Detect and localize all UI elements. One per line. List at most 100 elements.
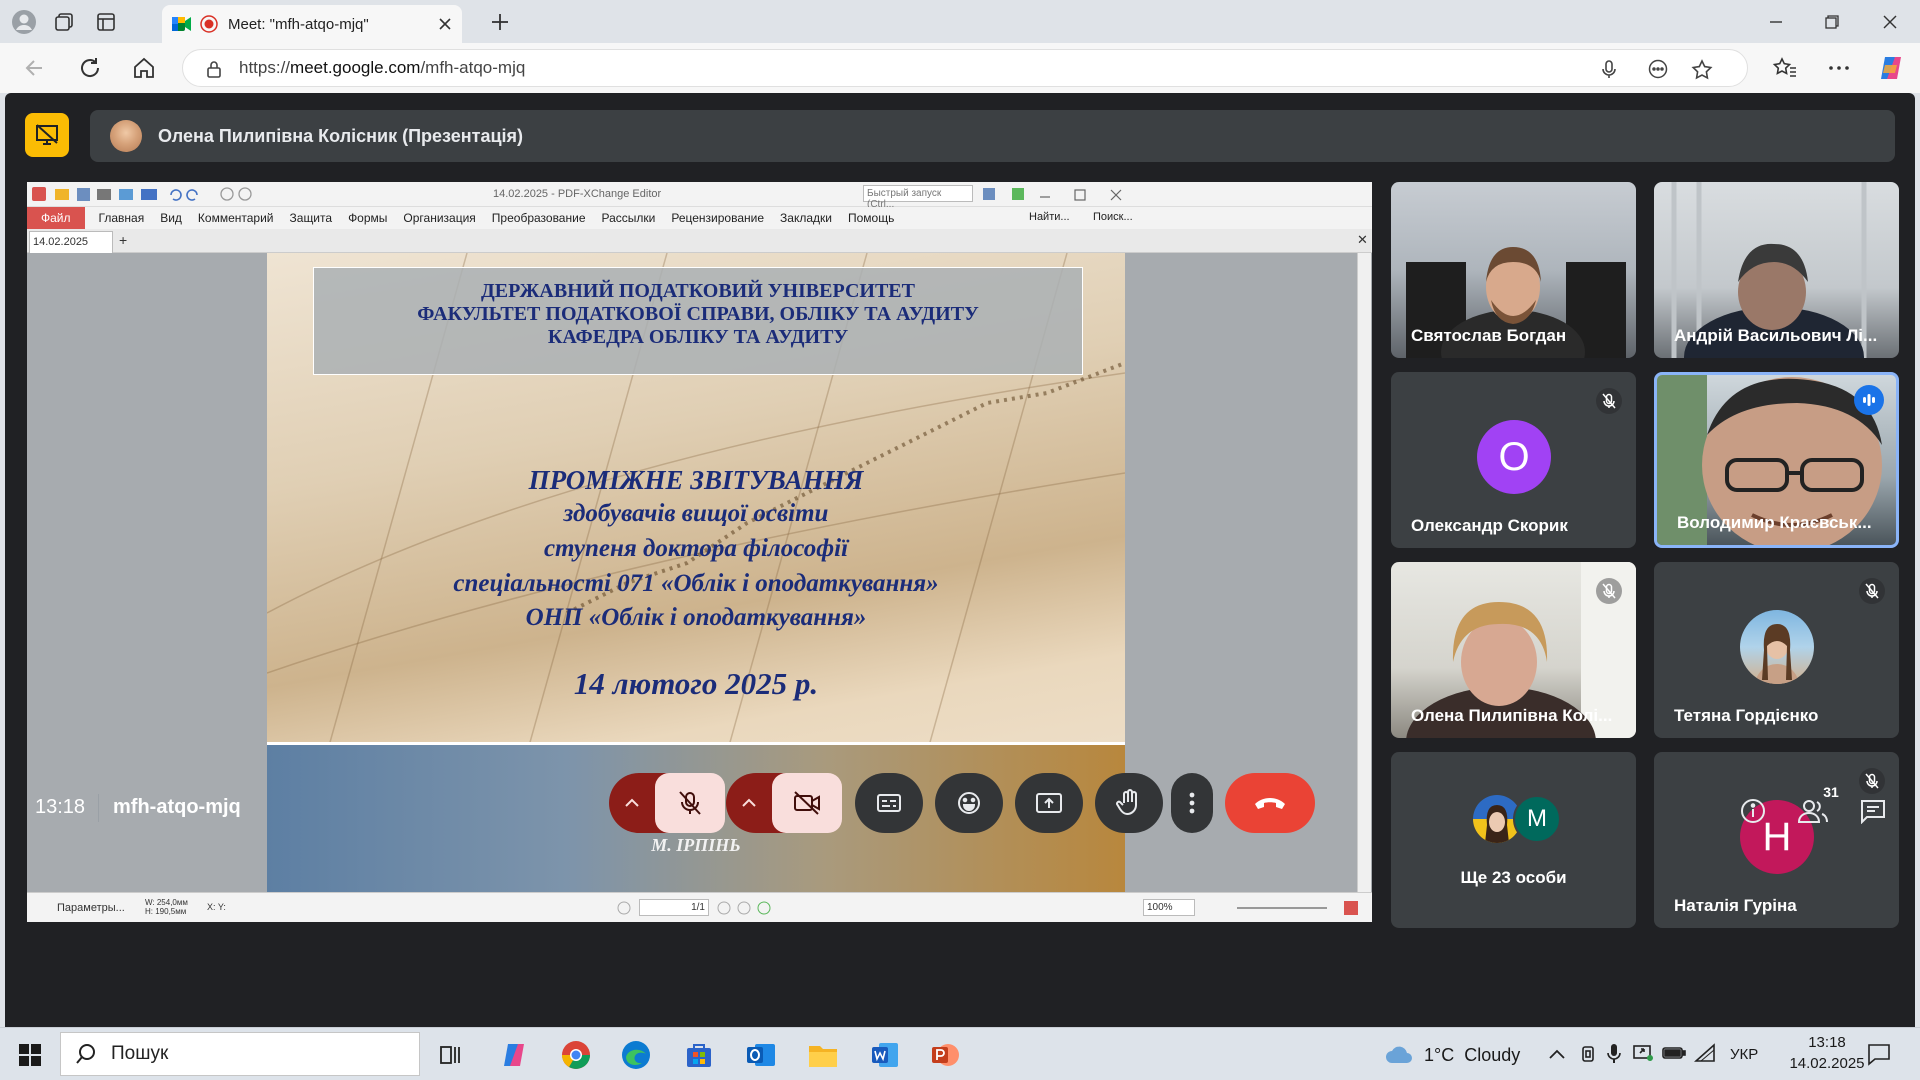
participant-avatar-photo: [1740, 610, 1814, 684]
participant-tile[interactable]: Святослав Богдан: [1391, 182, 1636, 358]
pdf-window-controls[interactable]: [1037, 188, 1127, 202]
pdf-menu-item[interactable]: Рецензирование: [671, 211, 764, 225]
favorite-star-icon[interactable]: [1691, 59, 1713, 81]
file-explorer-icon[interactable]: [805, 1037, 841, 1073]
task-view-icon[interactable]: [432, 1037, 468, 1073]
pdf-find[interactable]: Найти...: [1029, 211, 1070, 223]
more-options-button[interactable]: [1171, 773, 1213, 833]
edge-icon[interactable]: [618, 1037, 654, 1073]
pdf-menu-item[interactable]: Помощь: [848, 211, 894, 225]
profile-icon[interactable]: [10, 8, 38, 36]
camera-toggle-button[interactable]: [772, 773, 842, 833]
muted-mic-icon: [1859, 768, 1885, 794]
close-tab-icon[interactable]: [438, 17, 452, 31]
word-icon[interactable]: [867, 1037, 903, 1073]
microphone-icon[interactable]: [1599, 59, 1619, 79]
pdf-menu-item[interactable]: Формы: [348, 211, 387, 225]
pdf-scrollbar[interactable]: [1357, 253, 1371, 892]
pdf-search[interactable]: Поиск...: [1093, 211, 1133, 223]
muted-mic-icon: [1859, 578, 1885, 604]
pdf-menu-item[interactable]: Преобразование: [492, 211, 586, 225]
participant-tile-speaking[interactable]: Володимир Краєвськ...: [1654, 372, 1899, 548]
mic-toggle-button[interactable]: [655, 773, 725, 833]
tray-screen-share-icon[interactable]: [1632, 1043, 1654, 1063]
leave-call-button[interactable]: [1225, 773, 1315, 833]
chat-icon[interactable]: [1855, 793, 1891, 829]
participant-avatar: M: [1513, 795, 1561, 843]
browser-tab-meet[interactable]: Meet: "mfh-atqo-mjq": [162, 5, 462, 43]
more-participants-tile[interactable]: M Ще 23 особи: [1391, 752, 1636, 928]
pdf-acrobat-icon[interactable]: [1343, 900, 1359, 916]
tray-time[interactable]: 13:18: [1790, 1034, 1864, 1051]
pdf-toolbar-icons[interactable]: [31, 186, 281, 203]
minimize-icon[interactable]: [1756, 8, 1796, 36]
meeting-info-icon[interactable]: [1735, 793, 1771, 829]
pdf-menu-item[interactable]: Комментарий: [198, 211, 274, 225]
new-tab-icon[interactable]: [486, 8, 514, 36]
participant-tile[interactable]: Андрій Васильович Лі...: [1654, 182, 1899, 358]
workspaces-icon[interactable]: [50, 8, 78, 36]
tray-expand-icon[interactable]: [1548, 1048, 1566, 1060]
pdf-menu-item[interactable]: Вид: [160, 211, 182, 225]
tray-date[interactable]: 14.02.2025: [1778, 1055, 1876, 1072]
emoji-icon: [958, 792, 980, 814]
pdf-prev-page-icon[interactable]: [617, 901, 633, 915]
quick-launch-input[interactable]: Быстрый запуск (Ctrl...: [863, 185, 973, 210]
pdf-menu-item[interactable]: Защита: [290, 211, 333, 225]
mic-options-icon[interactable]: [609, 773, 655, 833]
home-icon[interactable]: [131, 55, 157, 81]
weather-label[interactable]: 1°C Cloudy: [1424, 1045, 1520, 1066]
copilot-icon[interactable]: [1876, 53, 1906, 83]
outlook-icon[interactable]: [743, 1037, 779, 1073]
participant-tile[interactable]: О Олександр Скорик: [1391, 372, 1636, 548]
pdf-view-icons[interactable]: [982, 186, 1032, 202]
pdf-menu-item[interactable]: Файл: [27, 207, 85, 229]
tray-device-icon[interactable]: [1578, 1044, 1598, 1064]
refresh-icon[interactable]: [77, 55, 103, 81]
back-icon[interactable]: [22, 55, 48, 81]
camera-options-icon[interactable]: [726, 773, 772, 833]
notifications-icon[interactable]: [1866, 1042, 1892, 1066]
tray-mic-icon[interactable]: [1606, 1043, 1622, 1065]
taskbar-search[interactable]: Пошук: [60, 1032, 420, 1076]
start-icon[interactable]: [12, 1037, 48, 1073]
captions-button[interactable]: [855, 773, 923, 833]
store-icon[interactable]: [681, 1037, 717, 1073]
favorites-icon[interactable]: [1772, 55, 1798, 81]
present-button[interactable]: [1015, 773, 1083, 833]
pdf-zoom-field[interactable]: 100%: [1143, 899, 1195, 916]
participant-tile[interactable]: Тетяна Гордієнко: [1654, 562, 1899, 738]
reactions-button[interactable]: [935, 773, 1003, 833]
pdf-zoom-slider[interactable]: [1237, 907, 1327, 909]
tray-battery-icon[interactable]: [1662, 1045, 1686, 1061]
close-window-icon[interactable]: [1870, 8, 1910, 36]
more-options-icon[interactable]: [1826, 55, 1852, 81]
pdf-close-tab-icon[interactable]: ✕: [1357, 232, 1368, 248]
pdf-page-field[interactable]: 1/1: [639, 899, 709, 916]
pdf-menu-item[interactable]: Закладки: [780, 211, 832, 225]
weather-cloud-icon[interactable]: [1384, 1043, 1414, 1065]
powerpoint-icon[interactable]: [927, 1037, 963, 1073]
copilot-taskbar-icon[interactable]: [496, 1037, 532, 1073]
chrome-icon[interactable]: [558, 1037, 594, 1073]
tray-language[interactable]: УКР: [1730, 1046, 1758, 1063]
tab-title: Meet: "mfh-atqo-mjq": [228, 15, 369, 33]
pdf-menu-item[interactable]: Рассылки: [602, 211, 656, 225]
pdf-new-tab-icon[interactable]: +: [119, 232, 127, 248]
restore-icon[interactable]: [1812, 8, 1852, 36]
pdf-menu-item[interactable]: Главная: [99, 211, 145, 225]
pdf-next-page-icon[interactable]: [717, 901, 777, 915]
tray-wifi-icon[interactable]: [1694, 1043, 1716, 1063]
presentation-icon[interactable]: [25, 113, 69, 157]
site-info-icon[interactable]: [205, 60, 223, 78]
reading-view-icon[interactable]: [1647, 59, 1669, 79]
presenter-name: Олена Пилипівна Колісник (Презентація): [158, 125, 524, 146]
address-bar[interactable]: https://meet.google.com/mfh-atqo-mjq: [182, 49, 1748, 87]
pdf-doc-tab[interactable]: 14.02.2025: [29, 231, 113, 253]
pdf-params[interactable]: Параметры...: [57, 902, 125, 914]
pdf-menu-item[interactable]: Организация: [403, 211, 475, 225]
vertical-tabs-icon[interactable]: [92, 8, 120, 36]
participant-tile[interactable]: Олена Пилипівна Колі...: [1391, 562, 1636, 738]
raise-hand-button[interactable]: [1095, 773, 1163, 833]
participant-tile[interactable]: Н Наталія Гуріна: [1654, 752, 1899, 928]
